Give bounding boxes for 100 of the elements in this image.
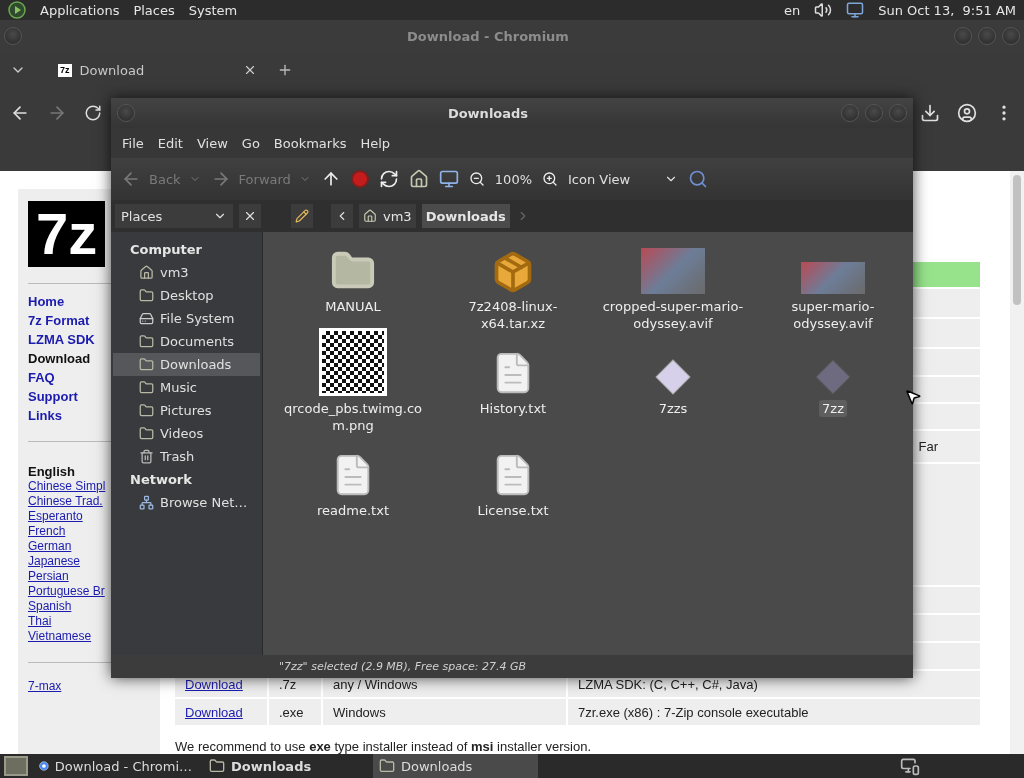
- scroll-thumb[interactable]: [1013, 175, 1021, 305]
- nav-link[interactable]: FAQ: [28, 368, 55, 387]
- menu-item[interactable]: Go: [234, 135, 267, 151]
- site-logo[interactable]: 7z: [28, 201, 106, 267]
- panel-menu[interactable]: Places: [133, 2, 175, 18]
- computer-icon[interactable]: [438, 169, 459, 189]
- nav-link[interactable]: Home: [28, 292, 65, 311]
- menu-item[interactable]: View: [189, 135, 235, 151]
- sidebar-item[interactable]: Browse Net…: [113, 491, 260, 514]
- clock[interactable]: Sun Oct 13, 9:51 AM: [878, 2, 1016, 18]
- nav-link[interactable]: 7z Format: [28, 311, 90, 330]
- file-name[interactable]: qrcode_pbs.twimg.com.png: [275, 400, 431, 434]
- zoom-in-icon[interactable]: [542, 171, 558, 187]
- close-icon[interactable]: [243, 63, 257, 77]
- file-name[interactable]: MANUAL: [322, 298, 384, 315]
- reload-icon[interactable]: [378, 169, 399, 189]
- zoom-out-icon[interactable]: [468, 171, 485, 187]
- sidebar-label: Browse Net…: [160, 495, 248, 510]
- download-icon[interactable]: [920, 103, 940, 123]
- reload-icon[interactable]: [84, 104, 102, 122]
- taskbar-button[interactable]: Downloads: [203, 754, 368, 778]
- language-link[interactable]: French: [28, 524, 66, 539]
- sidebar-item[interactable]: Music: [113, 376, 260, 399]
- sidebar-label: Documents: [160, 334, 235, 349]
- keyboard-layout[interactable]: en: [783, 2, 801, 18]
- language-link[interactable]: Esperanto: [28, 509, 83, 524]
- nav-link[interactable]: Support: [28, 387, 78, 406]
- search-icon[interactable]: [688, 169, 708, 189]
- sidebar-item[interactable]: Videos: [113, 422, 260, 445]
- sidebar-item[interactable]: Documents: [113, 330, 260, 353]
- language-link[interactable]: German: [28, 539, 72, 554]
- folder-icon: [139, 288, 154, 303]
- folder-icon: [209, 758, 225, 774]
- menu-item[interactable]: Help: [353, 135, 398, 151]
- new-tab-icon[interactable]: [277, 62, 293, 78]
- language-heading: English: [28, 464, 75, 479]
- sidebar-item[interactable]: Desktop: [113, 284, 260, 307]
- menu-item[interactable]: File: [115, 135, 151, 151]
- sidebar-item[interactable]: Downloads: [113, 353, 260, 376]
- home-icon[interactable]: [408, 169, 429, 189]
- panel-menu[interactable]: Applications: [40, 2, 120, 18]
- language-link[interactable]: Vietnamese: [28, 629, 92, 644]
- logo-icon[interactable]: [8, 1, 26, 19]
- file-name[interactable]: 7z2408-linux-x64.tar.xz: [435, 298, 591, 332]
- home-icon: [363, 209, 377, 223]
- language-link[interactable]: Portuguese Br: [28, 584, 105, 599]
- path-button[interactable]: vm3: [359, 204, 416, 228]
- note-text: We recommend to use exe type installer instead of msi installer version.: [175, 739, 592, 754]
- close-sidebar-button[interactable]: [239, 204, 261, 228]
- language-link[interactable]: Chinese Simpl: [28, 479, 106, 494]
- sidebar-selector[interactable]: Places: [115, 204, 233, 228]
- zoom-level: 100%: [494, 171, 532, 187]
- file-name[interactable]: 7zzs: [655, 400, 691, 417]
- file-name[interactable]: History.txt: [476, 400, 550, 417]
- file-name[interactable]: readme.txt: [314, 502, 392, 519]
- drive-icon: [139, 311, 154, 326]
- path-button[interactable]: Downloads: [421, 204, 510, 228]
- language-link[interactable]: Chinese Trad.: [28, 494, 103, 509]
- taskbar-button[interactable]: Download - Chromi…: [33, 754, 198, 778]
- menu-item[interactable]: Bookmarks: [266, 135, 354, 151]
- extra-link[interactable]: 7-max: [28, 679, 62, 694]
- table-cell: .exe: [269, 699, 321, 725]
- menu-item[interactable]: Edit: [150, 135, 190, 151]
- photo-placeholder: [801, 262, 865, 294]
- network-status-icon[interactable]: [846, 1, 865, 19]
- download-link[interactable]: Download: [185, 704, 243, 720]
- window-title: Downloads: [446, 105, 530, 121]
- table-cell: Windows: [323, 699, 566, 725]
- sidebar-label: vm3: [160, 265, 189, 280]
- view-dropdown[interactable]: Icon View: [568, 171, 678, 187]
- file-name[interactable]: 7zz: [819, 400, 847, 417]
- file-name[interactable]: License.txt: [474, 502, 552, 519]
- language-link[interactable]: Japanese: [28, 554, 81, 569]
- nav-link[interactable]: LZMA SDK: [28, 330, 95, 349]
- taskbar-button[interactable]: Downloads: [373, 754, 538, 778]
- window-title: Download - Chromium: [406, 28, 570, 44]
- sidebar-item[interactable]: Trash: [113, 445, 260, 468]
- nav-link[interactable]: Download: [28, 349, 91, 368]
- sidebar-item[interactable]: vm3: [113, 261, 260, 284]
- language-link[interactable]: Persian: [28, 569, 69, 584]
- sidebar-item[interactable]: File System: [113, 307, 260, 330]
- download-link[interactable]: Download: [185, 676, 243, 692]
- language-link[interactable]: Spanish: [28, 599, 72, 614]
- sidebar-label: Music: [160, 380, 197, 395]
- scrollbar[interactable]: [1010, 171, 1024, 754]
- photo-placeholder: [641, 248, 705, 294]
- sidebar-heading: Network: [129, 471, 193, 489]
- sidebar-item[interactable]: Pictures: [113, 399, 260, 422]
- path-left-button[interactable]: [331, 204, 353, 228]
- workspace-icon[interactable]: [900, 756, 920, 776]
- sidebar-label: Pictures: [160, 403, 212, 418]
- profile-icon[interactable]: [957, 103, 977, 123]
- sidebar-label: Downloads: [160, 357, 232, 372]
- file-name[interactable]: super-mario-odyssey.avif: [755, 298, 911, 332]
- speaker-icon[interactable]: [814, 1, 833, 19]
- edit-location-button[interactable]: [291, 204, 313, 228]
- file-name[interactable]: cropped-super-mario-odyssey.avif: [595, 298, 751, 332]
- language-link[interactable]: Thai: [28, 614, 52, 629]
- panel-menu[interactable]: System: [188, 2, 238, 18]
- nav-link[interactable]: Links: [28, 406, 62, 425]
